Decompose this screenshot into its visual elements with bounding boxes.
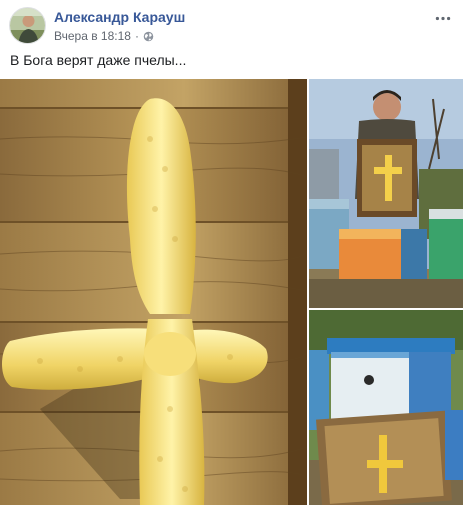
- post-text: В Бога верят даже пчелы...: [10, 52, 187, 68]
- post-header: Александр Карауш Вчера в 18:18 ·: [0, 0, 465, 50]
- more-horizontal-icon[interactable]: [431, 8, 455, 28]
- post-timestamp[interactable]: Вчера в 18:18: [54, 29, 131, 43]
- photo-grid: [0, 79, 465, 505]
- meta-separator: ·: [134, 29, 139, 43]
- feed-post: Александр Карауш Вчера в 18:18 · В Бога …: [0, 0, 465, 505]
- post-meta: Вчера в 18:18 ·: [54, 29, 154, 43]
- photo-wax-cross[interactable]: [0, 79, 307, 505]
- author-name-link[interactable]: Александр Карауш: [54, 9, 185, 25]
- photo-man-with-frame[interactable]: [309, 79, 463, 308]
- globe-icon[interactable]: [143, 31, 154, 42]
- author-avatar[interactable]: [9, 7, 46, 44]
- photo-beehives[interactable]: [309, 310, 463, 505]
- avatar-image: [10, 8, 45, 43]
